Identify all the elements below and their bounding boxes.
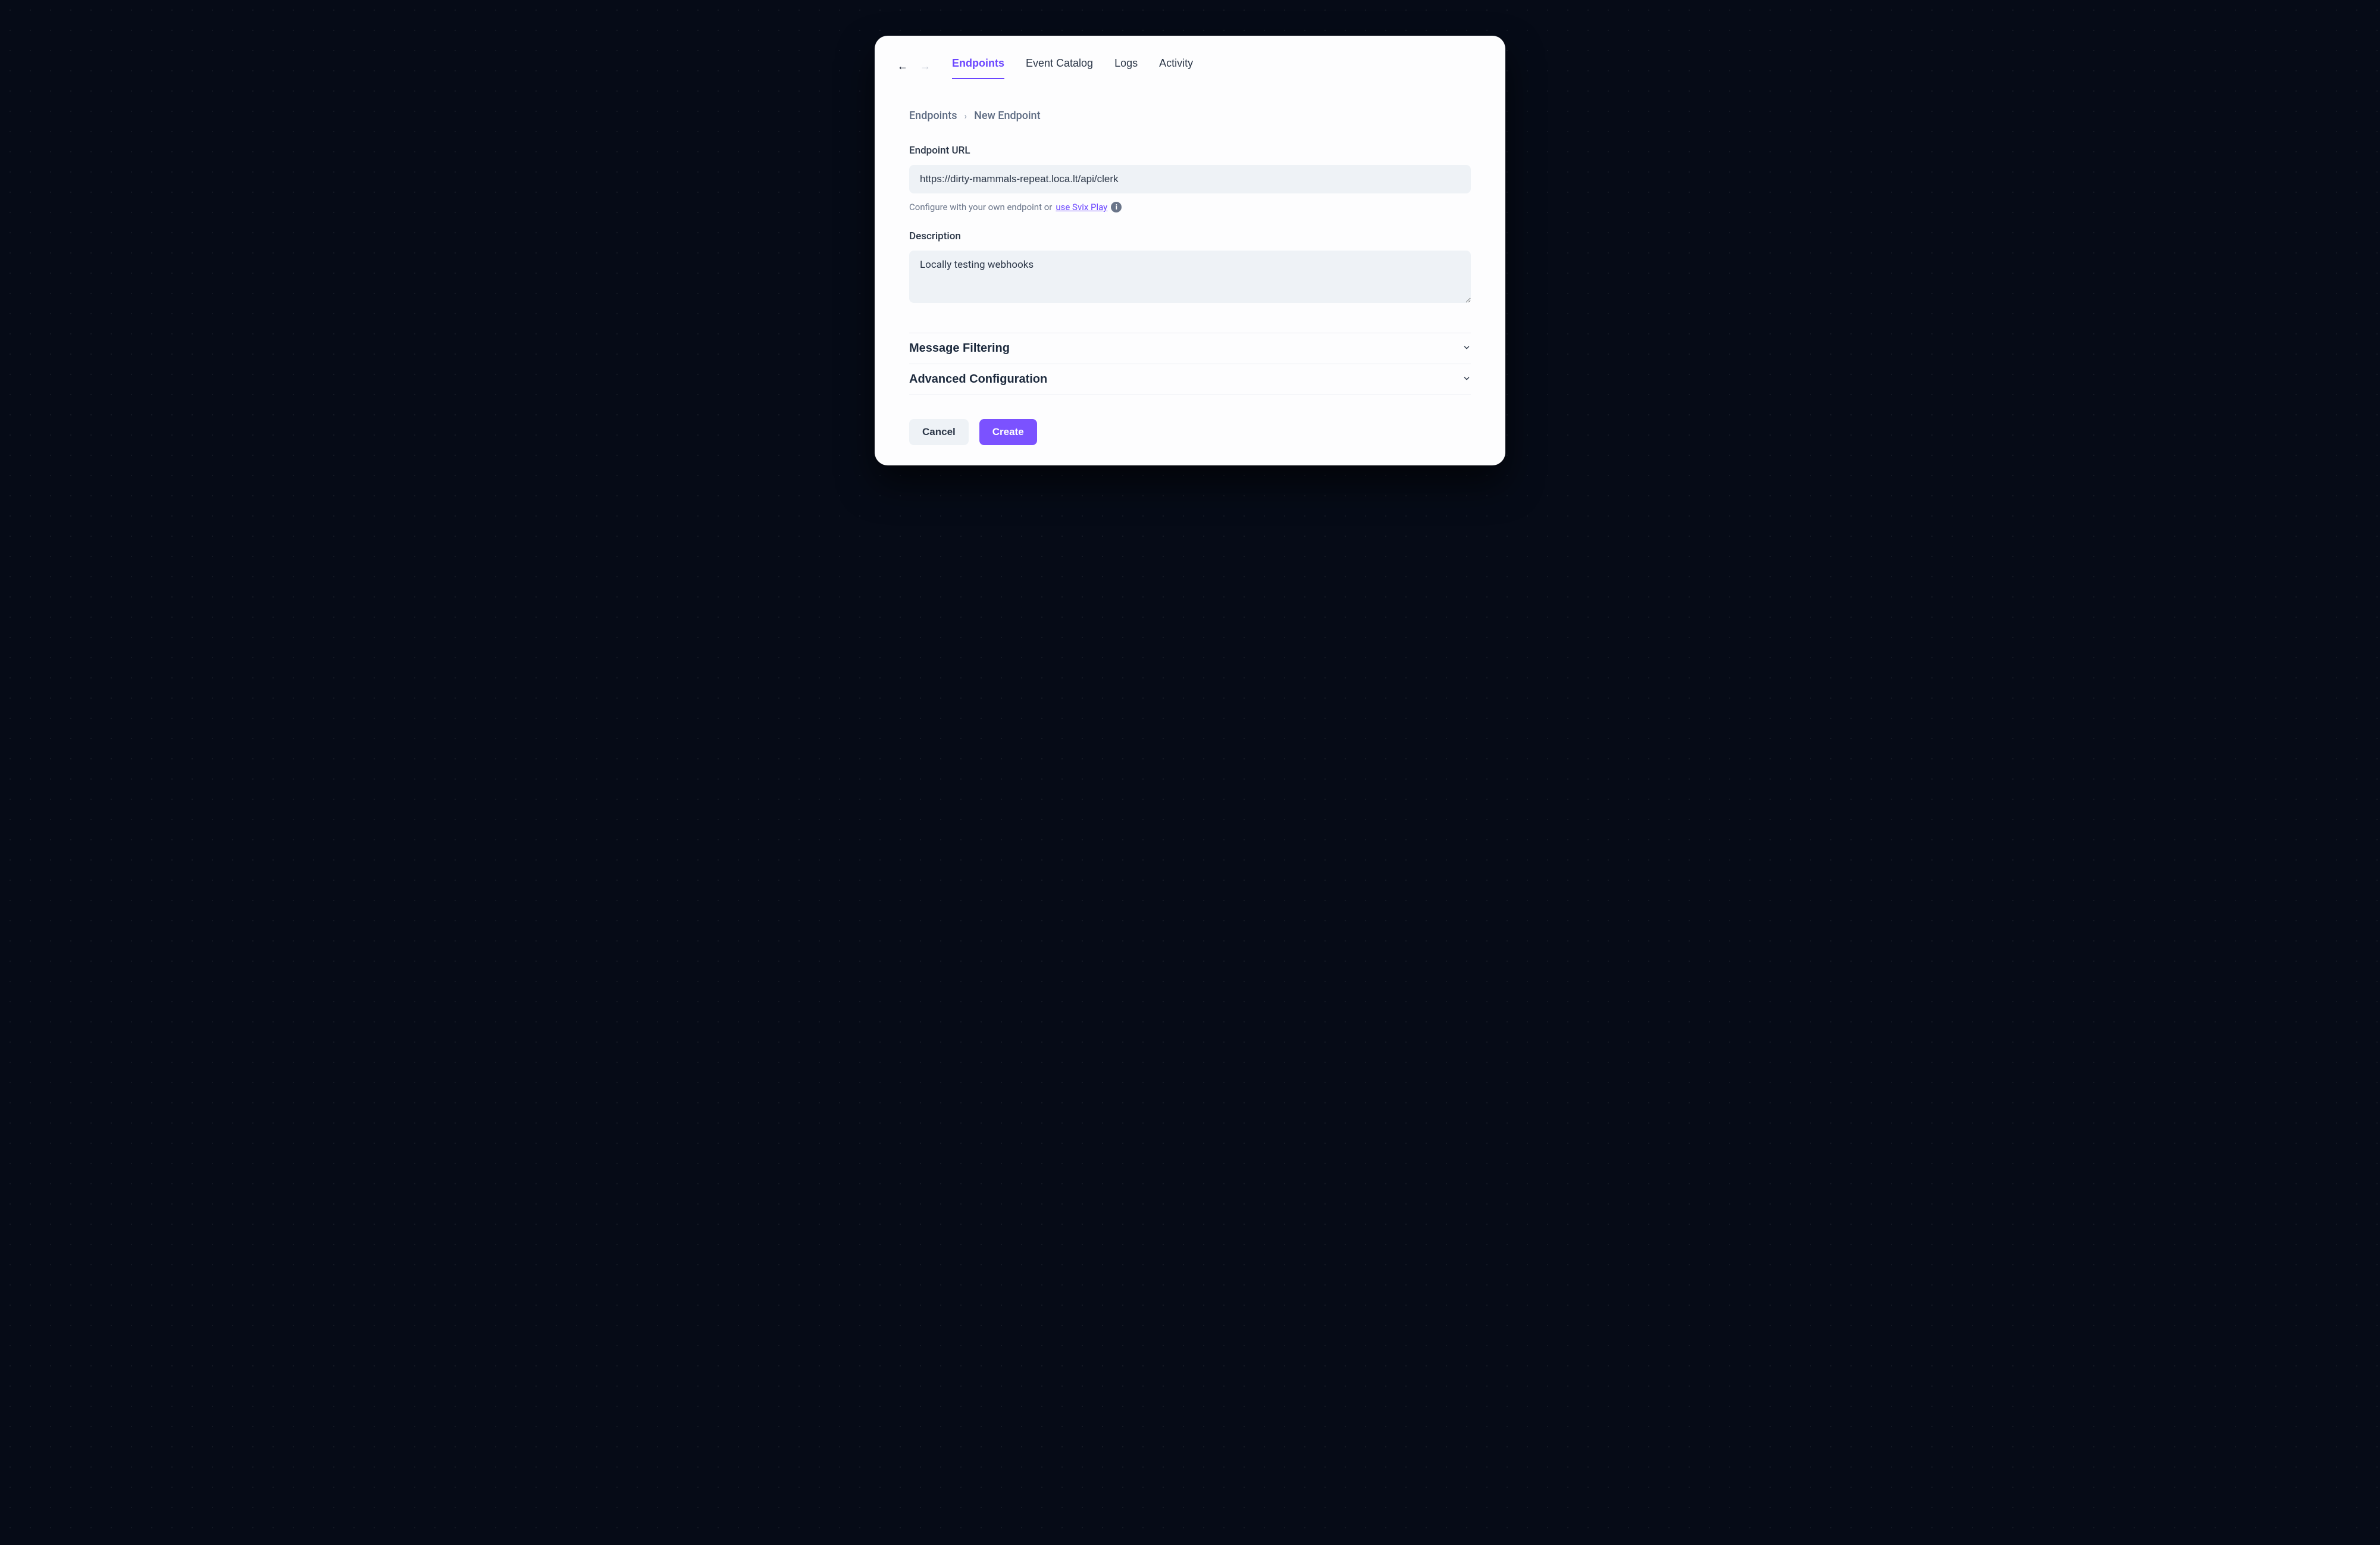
accordion-message-filtering[interactable]: Message Filtering	[909, 333, 1471, 364]
chevron-down-icon	[1463, 374, 1471, 384]
chevron-right-icon: ›	[964, 111, 967, 121]
accordion-title: Advanced Configuration	[909, 373, 1047, 386]
nav-back-button[interactable]: ←	[895, 58, 910, 74]
new-endpoint-card: ← → Endpoints Event Catalog Logs Activit…	[875, 36, 1505, 465]
breadcrumb: Endpoints › New Endpoint	[909, 110, 1471, 122]
breadcrumb-root[interactable]: Endpoints	[909, 110, 957, 122]
endpoint-url-input[interactable]	[909, 165, 1471, 193]
info-icon[interactable]: i	[1111, 202, 1122, 212]
tab-endpoints[interactable]: Endpoints	[952, 52, 1004, 79]
form-footer: Cancel Create	[909, 419, 1471, 445]
accordion-advanced-configuration[interactable]: Advanced Configuration	[909, 364, 1471, 395]
form-content: Endpoints › New Endpoint Endpoint URL Co…	[895, 110, 1485, 445]
use-svix-play-link[interactable]: use Svix Play	[1056, 202, 1107, 212]
accordion-title: Message Filtering	[909, 342, 1010, 355]
description-label: Description	[909, 230, 1471, 242]
create-button[interactable]: Create	[979, 419, 1037, 445]
nav-forward-button[interactable]: →	[917, 58, 933, 74]
tab-activity[interactable]: Activity	[1159, 52, 1193, 79]
nav-tabs: Endpoints Event Catalog Logs Activity	[952, 52, 1193, 79]
top-nav: ← → Endpoints Event Catalog Logs Activit…	[895, 52, 1485, 80]
helper-prefix: Configure with your own endpoint or	[909, 202, 1052, 212]
endpoint-url-label: Endpoint URL	[909, 145, 1471, 157]
arrow-right-icon: →	[920, 61, 931, 71]
breadcrumb-current: New Endpoint	[974, 110, 1041, 122]
tab-event-catalog[interactable]: Event Catalog	[1026, 52, 1093, 79]
cancel-button[interactable]: Cancel	[909, 419, 969, 445]
description-textarea[interactable]	[909, 251, 1471, 303]
accordion-group: Message Filtering Advanced Configuration	[909, 333, 1471, 395]
tab-logs[interactable]: Logs	[1114, 52, 1138, 79]
chevron-down-icon	[1463, 343, 1471, 354]
endpoint-url-helper: Configure with your own endpoint or use …	[909, 202, 1471, 212]
arrow-left-icon: ←	[897, 61, 908, 71]
